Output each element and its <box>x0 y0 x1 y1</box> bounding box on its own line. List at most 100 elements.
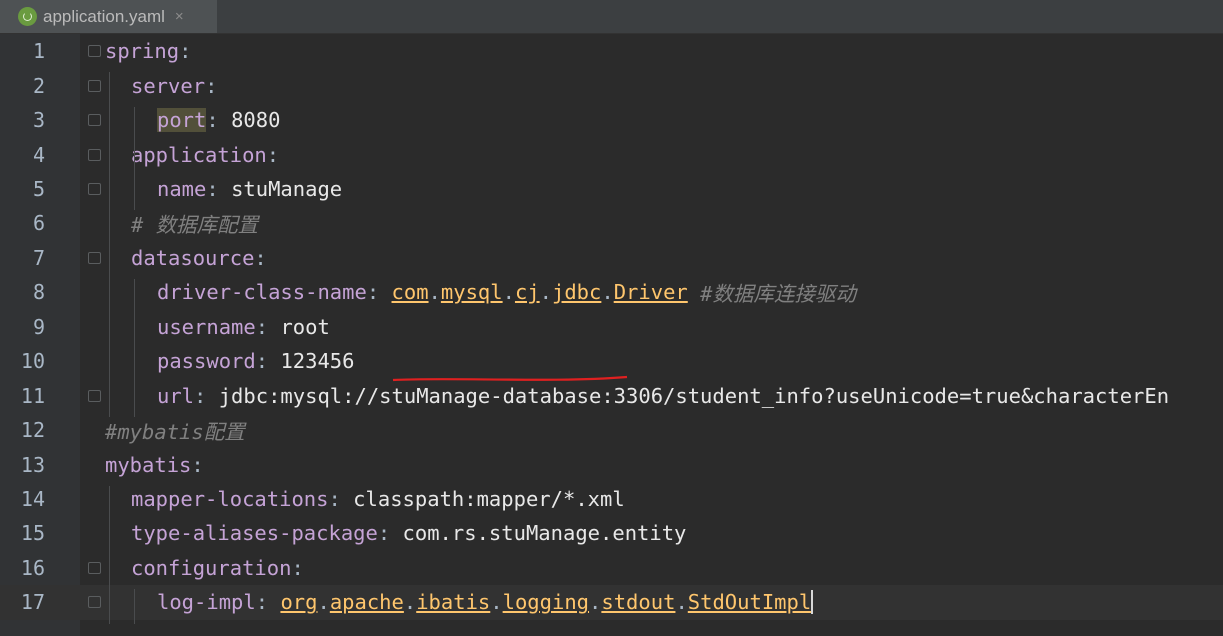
fold-marker-icon[interactable] <box>88 148 101 161</box>
code-token: cj <box>514 280 540 305</box>
code-line[interactable]: 13 mybatis: <box>0 447 1223 481</box>
code-content: datasource: <box>105 246 267 270</box>
code-token: log-impl <box>157 590 256 615</box>
indent-guide <box>109 485 110 624</box>
fold-marker-icon[interactable] <box>88 79 101 92</box>
code-token: driver-class-name <box>157 280 367 305</box>
code-token: apache <box>329 590 404 615</box>
code-content: #mybatis配置 <box>105 415 245 445</box>
code-token: stuManage <box>231 176 343 201</box>
line-number: 8 <box>32 280 45 305</box>
code-line[interactable]: 5 name: stuManage <box>0 172 1223 206</box>
code-content: spring: <box>105 39 191 63</box>
fold-marker-icon[interactable] <box>88 561 101 574</box>
code-token: org <box>280 590 318 615</box>
fold-marker-icon[interactable] <box>88 389 101 402</box>
red-underline-annotation <box>392 375 628 382</box>
code-token: type-aliases-package <box>131 521 378 546</box>
code-token: : <box>255 590 281 615</box>
fold-marker-icon[interactable] <box>88 251 101 264</box>
code-content: url: jdbc:mysql://stuManage-database:330… <box>105 384 1169 408</box>
code-content: log-impl: org. apache. ibatis. logging. stdo… <box>105 590 814 615</box>
line-number: 4 <box>32 142 45 167</box>
code-token: jdbc <box>551 280 602 305</box>
code-line[interactable]: 17 log-impl: org. apache. ibatis. logging. st… <box>0 585 1223 620</box>
fold-marker-icon[interactable] <box>88 182 101 195</box>
code-line[interactable]: 9 username: root <box>0 310 1223 344</box>
code-token: name <box>157 176 207 201</box>
code-token: StdOutImpl <box>687 590 812 615</box>
code-token: username <box>157 314 256 339</box>
code-token: : <box>377 521 403 546</box>
code-token: Driver <box>613 280 688 305</box>
code-token: port <box>157 108 207 133</box>
tab-title: application.yaml <box>43 6 165 26</box>
code-line[interactable]: 4 application: <box>0 137 1223 171</box>
code-token: : <box>205 73 218 98</box>
line-number: 11 <box>20 383 45 408</box>
code-token: : <box>291 555 304 580</box>
code-token: . <box>428 280 441 305</box>
code-line[interactable]: 12 #mybatis配置 <box>0 413 1223 447</box>
fold-marker-icon[interactable] <box>88 596 101 609</box>
code-line[interactable]: 16 configuration: <box>0 551 1223 585</box>
code-content: driver-class-name: com. mysql. cj. jdbc. Dri… <box>105 277 856 307</box>
text-caret <box>811 590 814 615</box>
line-number: 6 <box>32 211 45 236</box>
code-token: . <box>502 280 515 305</box>
code-token: . <box>589 590 602 615</box>
code-token: : <box>328 487 354 512</box>
code-line[interactable]: 3 port: 8080 <box>0 103 1223 137</box>
code-token: : <box>366 280 392 305</box>
code-token: #mybatis配置 <box>105 420 245 445</box>
code-line[interactable]: 2 server: <box>0 68 1223 102</box>
code-token: . <box>317 590 330 615</box>
line-number: 12 <box>20 418 45 443</box>
indent-guide <box>134 589 135 624</box>
code-token: . <box>675 590 688 615</box>
code-token: mapper-locations <box>131 487 329 512</box>
fold-marker-icon[interactable] <box>88 45 101 58</box>
code-token: url <box>157 383 195 408</box>
code-token: jdbc:mysql://stuManage-database:3306/stu… <box>218 383 1170 408</box>
fold-marker-icon[interactable] <box>88 114 101 127</box>
spring-leaf-icon <box>18 7 37 26</box>
code-token: logging <box>502 590 590 615</box>
code-token: . <box>490 590 503 615</box>
code-token: : <box>206 108 232 133</box>
code-token: classpath:mapper/*.xml <box>353 487 625 512</box>
code-content: name: stuManage <box>105 177 342 201</box>
line-number: 16 <box>20 555 45 580</box>
code-content: port: 8080 <box>105 108 280 133</box>
code-token: datasource <box>131 245 255 270</box>
close-icon[interactable]: × <box>175 8 184 25</box>
indent-guide <box>134 279 135 417</box>
line-number: 17 <box>20 590 45 615</box>
indent-guide <box>109 72 110 417</box>
code-line[interactable]: 8 driver-class-name: com. mysql. cj. jdbc. Dr… <box>0 275 1223 309</box>
line-number: 13 <box>20 452 45 477</box>
code-content: # 数据库配置 <box>105 208 258 238</box>
code-token: mybatis <box>105 452 192 477</box>
code-token: configuration <box>131 555 292 580</box>
code-line[interactable]: 6 # 数据库配置 <box>0 206 1223 240</box>
code-line[interactable]: 14 mapper-locations: classpath:mapper/*.x… <box>0 482 1223 516</box>
code-token: : <box>255 314 281 339</box>
code-line[interactable]: 15 type-aliases-package: com.rs.stuManage… <box>0 516 1223 550</box>
code-editor[interactable]: 1 spring: 2 server: 3 port: 8080 4 application:… <box>0 34 1223 636</box>
code-content: mybatis: <box>105 453 204 477</box>
code-content: configuration: <box>105 556 304 580</box>
code-line[interactable]: 7 datasource: <box>0 241 1223 275</box>
code-token: root <box>280 314 330 339</box>
code-line[interactable]: 1 spring: <box>0 34 1223 68</box>
code-token: com <box>391 280 429 305</box>
code-token: #数据库连接驱动 <box>700 282 856 307</box>
code-token: . <box>539 280 552 305</box>
code-token: : <box>266 142 280 167</box>
code-token: 123456 <box>280 349 355 374</box>
code-token: : <box>194 383 219 408</box>
line-number: 7 <box>32 245 45 270</box>
tab-application-yaml[interactable]: application.yaml × <box>0 0 217 33</box>
line-number: 15 <box>20 521 45 546</box>
code-token: application <box>131 142 267 167</box>
